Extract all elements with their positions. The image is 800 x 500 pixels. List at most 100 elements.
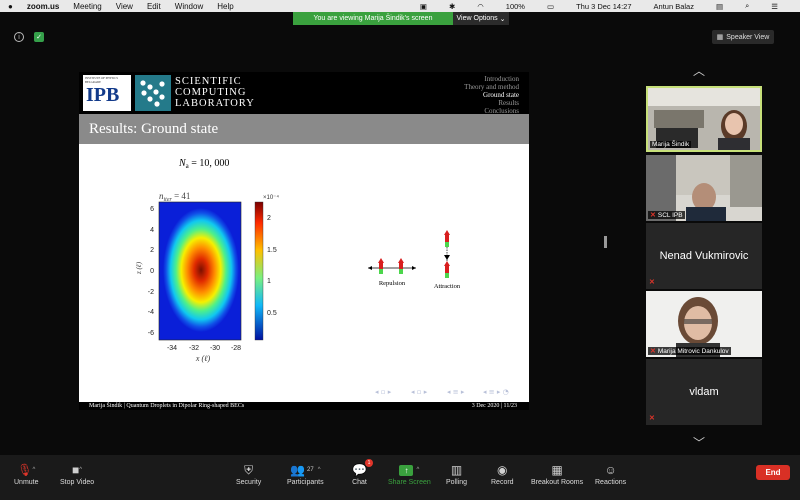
slide-footer-left: Marija Šindik | Quantum Droplets in Dipo… bbox=[89, 403, 245, 409]
y-tick: -2 bbox=[148, 289, 154, 296]
bar-chart-icon: ▥ bbox=[450, 463, 463, 477]
people-icon: 👥 bbox=[290, 463, 305, 477]
y-axis-label: z (ℓ) bbox=[135, 261, 143, 275]
record-button[interactable]: ◉ Record bbox=[491, 461, 514, 486]
chevron-down-icon: ⌄ bbox=[499, 15, 506, 23]
participant-name: Marija Šindik bbox=[650, 141, 692, 148]
wifi-icon[interactable]: ◠ bbox=[477, 2, 484, 11]
view-options-button[interactable]: View Options ⌄ bbox=[453, 12, 509, 25]
niter-value: = 41 bbox=[172, 191, 191, 201]
y-tick: 2 bbox=[150, 247, 154, 254]
nav-search-icon: ◂ ≡ ▸ ◔ bbox=[483, 388, 509, 396]
beamer-nav-symbols: ◂ ▫ ▸ ◂ ▫ ▸ ◂ ≡ ▸ ◂ ≡ ▸ ◔ bbox=[375, 388, 509, 396]
battery-icon[interactable]: ▭ bbox=[547, 2, 554, 11]
participant-tile[interactable]: Marija Šindik bbox=[646, 86, 762, 152]
scl-line-2: COMPUTING bbox=[175, 87, 247, 98]
participant-name: ✕ SCL IPB bbox=[648, 211, 685, 219]
caret-up-icon[interactable]: ^ bbox=[416, 467, 419, 473]
menu-view[interactable]: View bbox=[116, 2, 133, 11]
slide-header: INSTITUTE OF PHYSICS BELGRADE IPB SCIENT… bbox=[79, 72, 529, 115]
chat-button[interactable]: 💬 1 Chat bbox=[352, 459, 373, 486]
clock[interactable]: Thu 3 Dec 14:27 bbox=[576, 2, 631, 11]
menu-list-icon[interactable]: ☰ bbox=[771, 2, 778, 11]
menu-window[interactable]: Window bbox=[175, 2, 203, 11]
share-screen-button[interactable]: ↑ ^ Share Screen bbox=[388, 461, 431, 486]
colorbar-ticks: 2 1.5 1 0.5 bbox=[267, 215, 277, 317]
attraction-label: Attraction bbox=[434, 283, 461, 290]
participant-tile[interactable]: ✕ SCL IPB bbox=[646, 155, 762, 221]
menu-edit[interactable]: Edit bbox=[147, 2, 161, 11]
user-name[interactable]: Antun Balaz bbox=[654, 2, 694, 11]
security-label: Security bbox=[236, 479, 262, 486]
nav-ground-state: Ground state bbox=[483, 91, 519, 99]
participant-name-center: vldam bbox=[689, 386, 719, 398]
unmute-button[interactable]: 🎙 ^ Unmute bbox=[14, 461, 39, 486]
search-icon[interactable]: ⌕ bbox=[745, 1, 749, 11]
video-camera-icon: ■ bbox=[72, 463, 80, 477]
x-axis-ticks: -34 -32 -30 -28 bbox=[167, 345, 241, 352]
apple-icon[interactable]: ● bbox=[8, 2, 13, 11]
record-label: Record bbox=[491, 479, 514, 486]
muted-mic-icon: ✕ bbox=[650, 212, 656, 219]
y-tick: -4 bbox=[148, 309, 154, 316]
caret-up-icon[interactable]: ^ bbox=[318, 467, 321, 473]
colorbar-tick: 1 bbox=[267, 278, 271, 285]
share-arrow-icon: ↑ bbox=[399, 464, 414, 476]
bluetooth-icon[interactable]: ✱ bbox=[449, 2, 455, 11]
y-tick: 0 bbox=[150, 268, 154, 275]
scl-logo: SCIENTIFIC COMPUTING LABORATORY bbox=[135, 75, 271, 111]
participant-name: ✕ Marija Mitrovic Dankulov bbox=[648, 347, 731, 355]
density-blob bbox=[163, 208, 239, 332]
ipb-logo-text: IPB bbox=[86, 84, 120, 106]
info-icon[interactable]: i bbox=[14, 32, 24, 42]
x-tick: -32 bbox=[189, 345, 199, 352]
menu-help[interactable]: Help bbox=[217, 2, 233, 11]
niter-label: niter = 41 bbox=[159, 191, 190, 203]
participant-name-center: Nenad Vukmirovic bbox=[659, 250, 749, 262]
flag-icon[interactable]: ▤ bbox=[716, 2, 723, 11]
breakout-rooms-button[interactable]: ▦ Breakout Rooms bbox=[531, 461, 583, 486]
zoom-status-icon[interactable]: ▣ bbox=[420, 2, 427, 11]
reactions-button[interactable]: ☺ Reactions bbox=[595, 461, 626, 486]
end-meeting-button[interactable]: End bbox=[756, 465, 790, 480]
colorbar-tick: 2 bbox=[267, 215, 271, 222]
caret-up-icon[interactable]: ^ bbox=[32, 467, 35, 473]
stop-video-button[interactable]: ■ ^ Stop Video bbox=[60, 461, 94, 486]
repulsion-diagram: Repulsion bbox=[368, 258, 416, 287]
scroll-down-icon[interactable]: ﹀ bbox=[693, 434, 705, 451]
meeting-toolbar: 🎙 ^ Unmute ■ ^ Stop Video ⛨ Security 👥 27 ^ … bbox=[0, 455, 800, 500]
speaker-view-button[interactable]: ▦ Speaker View bbox=[712, 30, 774, 44]
participant-tile[interactable]: Nenad Vukmirovic ✕ bbox=[646, 223, 762, 289]
repulsion-label: Repulsion bbox=[379, 280, 406, 287]
nav-frame-icon: ◂ ▫ ▸ bbox=[411, 388, 428, 396]
menu-meeting[interactable]: Meeting bbox=[73, 2, 101, 11]
breakout-rooms-label: Breakout Rooms bbox=[531, 479, 584, 486]
participant-tile[interactable]: ✕ Marija Mitrovic Dankulov bbox=[646, 291, 762, 357]
caret-up-icon[interactable]: ^ bbox=[79, 467, 82, 473]
screen-share-banner: You are viewing Marija Šindik's screen V… bbox=[293, 12, 509, 25]
y-tick: 6 bbox=[150, 206, 154, 213]
scroll-up-icon[interactable]: ︿ bbox=[693, 62, 705, 79]
security-button[interactable]: ⛨ Security bbox=[236, 461, 262, 487]
polling-label: Polling bbox=[446, 479, 468, 486]
x-tick: -34 bbox=[167, 345, 177, 352]
x-axis-label: x (ℓ) bbox=[195, 354, 211, 363]
y-axis-ticks: 6 4 2 0 -2 -4 -6 bbox=[148, 206, 154, 337]
muted-mic-icon: ✕ bbox=[650, 348, 656, 355]
scl-logo-mark bbox=[135, 75, 171, 111]
slide-footer-right: 3 Dec 2020 | 11/23 bbox=[471, 403, 517, 409]
nav-results: Results bbox=[498, 99, 519, 107]
security-shield-icon[interactable]: ✓ bbox=[34, 32, 44, 42]
unmute-label: Unmute bbox=[14, 479, 39, 486]
y-tick: 4 bbox=[150, 227, 154, 234]
reactions-label: Reactions bbox=[595, 479, 627, 486]
na-value: = 10, 000 bbox=[189, 158, 230, 169]
menu-app-name[interactable]: zoom.us bbox=[27, 2, 59, 11]
split-handle[interactable] bbox=[604, 236, 607, 248]
grid-icon: ▦ bbox=[716, 34, 724, 41]
participant-tile[interactable]: vldam ✕ bbox=[646, 359, 762, 425]
polling-button[interactable]: ▥ Polling bbox=[446, 461, 467, 486]
slide-body: Na = 10, 000 niter = 41 6 4 2 0 -2 -4 -6… bbox=[135, 158, 509, 396]
ipb-logo: INSTITUTE OF PHYSICS BELGRADE IPB bbox=[83, 75, 131, 111]
participants-button[interactable]: 👥 27 ^ Participants bbox=[287, 461, 324, 486]
